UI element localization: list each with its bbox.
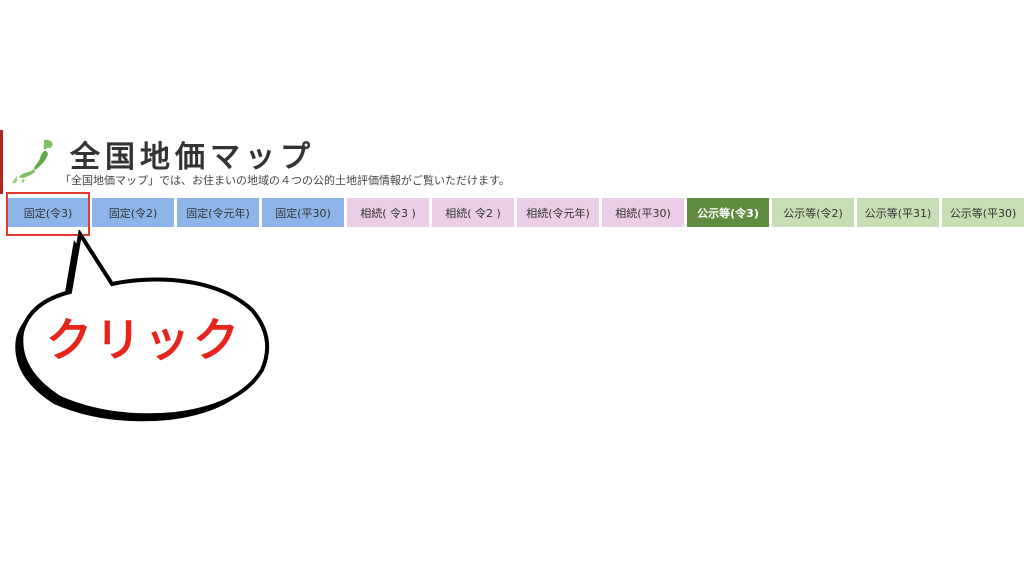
callout-click-label: クリック	[46, 313, 242, 367]
japan-map-icon	[12, 139, 53, 184]
tab-inheritance-r2[interactable]: 相続( 令2 )	[432, 198, 514, 227]
site-header: 全国地価マップ 「全国地価マップ」では、お住まいの地域の４つの公的土地評価情報が…	[8, 134, 1018, 190]
tab-fixed-h30[interactable]: 固定(平30)	[262, 198, 344, 227]
tab-inheritance-h30[interactable]: 相続(平30)	[602, 198, 684, 227]
tab-public-r3[interactable]: 公示等(令3)	[687, 198, 769, 227]
tab-fixed-r1[interactable]: 固定(令元年)	[177, 198, 259, 227]
site-subtitle: 「全国地価マップ」では、お住まいの地域の４つの公的土地評価情報がご覧いただけます…	[60, 174, 510, 187]
tab-public-h31[interactable]: 公示等(平31)	[857, 198, 939, 227]
tab-public-h30[interactable]: 公示等(平30)	[942, 198, 1024, 227]
left-accent-bar	[0, 130, 3, 194]
map-tab-bar: 固定(令3) 固定(令2) 固定(令元年) 固定(平30) 相続( 令3 ) 相…	[7, 198, 1024, 228]
tab-fixed-r2[interactable]: 固定(令2)	[92, 198, 174, 227]
tab-inheritance-r1[interactable]: 相続(令元年)	[517, 198, 599, 227]
site-title: 全国地価マップ	[70, 140, 315, 175]
tab-public-r2[interactable]: 公示等(令2)	[772, 198, 854, 227]
tab-inheritance-r3[interactable]: 相続( 令3 )	[347, 198, 429, 227]
